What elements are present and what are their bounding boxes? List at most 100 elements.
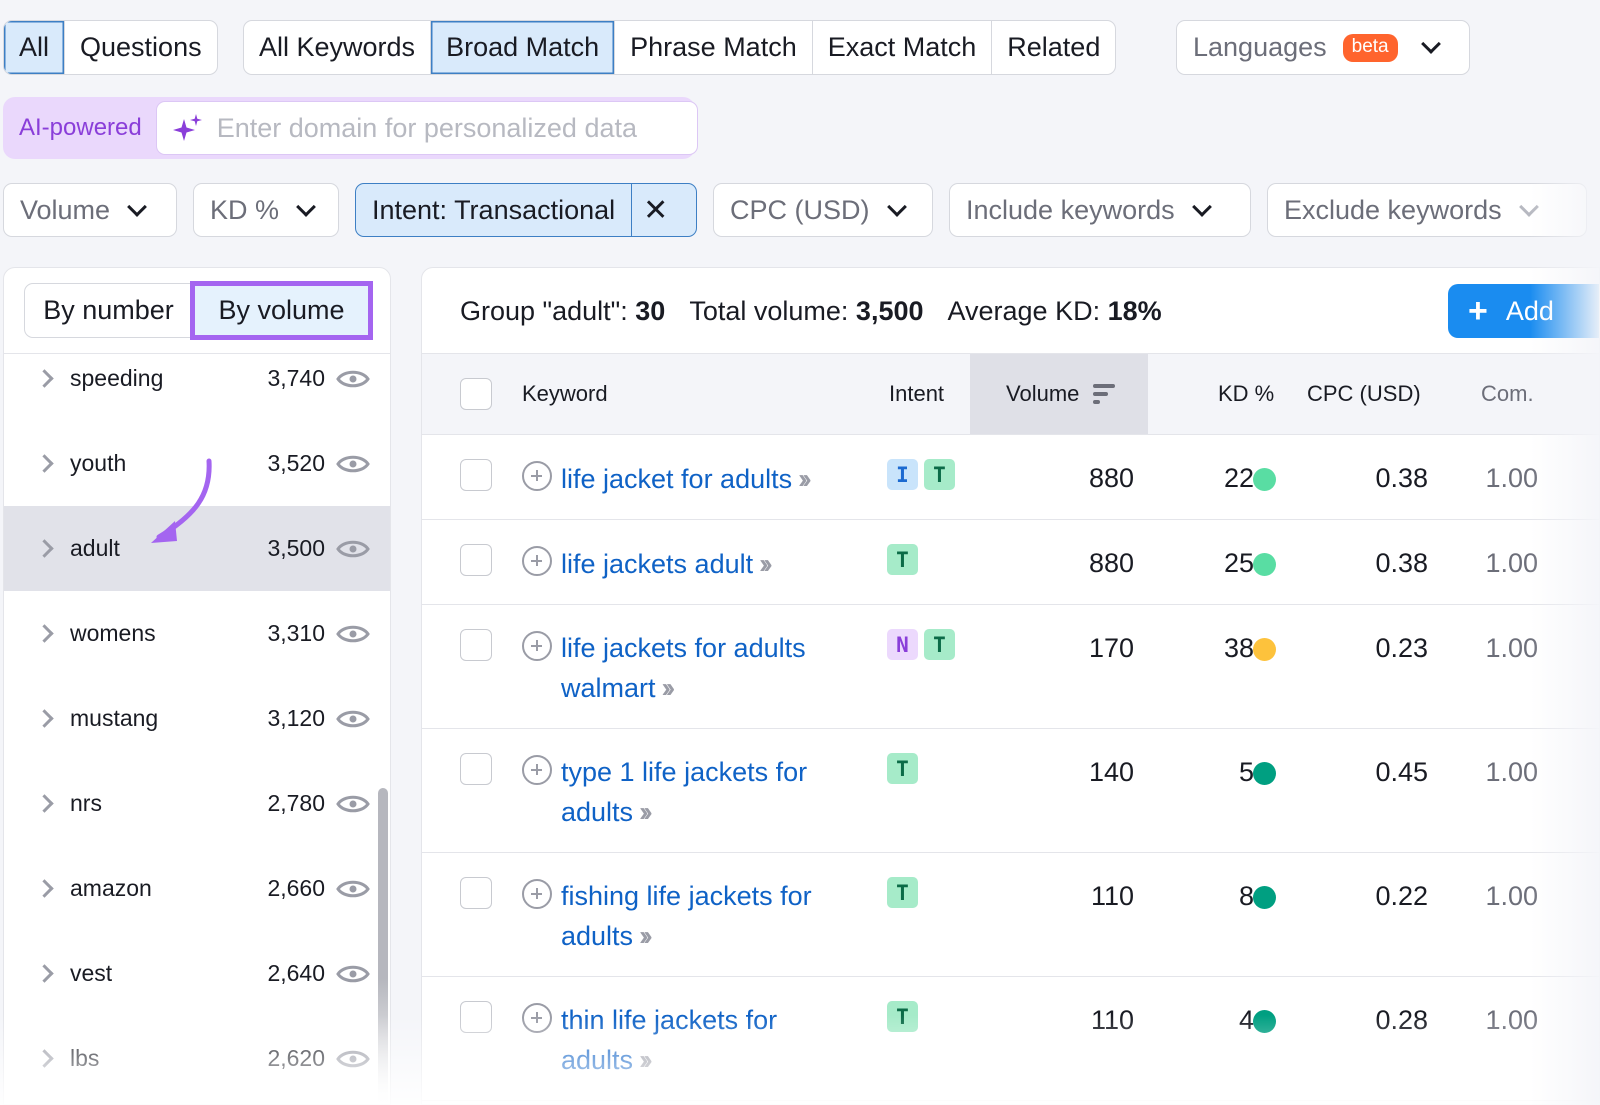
sparkle-icon	[172, 114, 202, 141]
chevron-right-icon[interactable]	[35, 1049, 54, 1068]
group-item[interactable]: speeding 3,740	[4, 336, 390, 421]
group-item[interactable]: mustang 3,120	[4, 676, 390, 761]
chevron-right-icon[interactable]	[35, 539, 54, 558]
double-chevron-icon[interactable]: ››	[639, 1044, 652, 1075]
chevron-right-icon[interactable]	[35, 454, 54, 473]
exclude-keywords-filter[interactable]: Exclude keywords	[1267, 183, 1587, 237]
double-chevron-icon[interactable]: ››	[662, 672, 675, 703]
row-checkbox[interactable]	[460, 544, 492, 576]
group-name: mustang	[70, 705, 159, 731]
kd-value: 5	[1238, 757, 1254, 787]
table-row: type 1 life jackets for adults ›› T 140 5 0.4…	[422, 729, 1599, 853]
row-checkbox[interactable]	[460, 629, 492, 661]
keyword-link[interactable]: life jacket for adults ››	[561, 459, 861, 499]
group-volume: 3,500	[267, 535, 325, 561]
double-chevron-icon[interactable]: ››	[798, 463, 811, 494]
header-volume[interactable]: Volume	[970, 354, 1148, 434]
intent-badge: T	[924, 459, 955, 490]
row-checkbox[interactable]	[460, 1001, 492, 1033]
keyword-link[interactable]: life jackets for adults walmart ››	[561, 629, 861, 708]
eye-icon[interactable]	[336, 878, 370, 900]
row-checkbox[interactable]	[460, 753, 492, 785]
eye-icon[interactable]	[336, 623, 370, 645]
tab-broad-match[interactable]: Broad Match	[431, 21, 616, 74]
double-chevron-icon[interactable]: ››	[639, 920, 652, 951]
chevron-right-icon[interactable]	[35, 964, 54, 983]
keyword-link[interactable]: thin life jackets for adults ››	[561, 1001, 861, 1080]
keyword-link[interactable]: fishing life jackets for adults ››	[561, 877, 861, 956]
group-item[interactable]: nrs 2,780	[4, 761, 390, 846]
kd-value: 38	[1223, 633, 1254, 663]
table-row: life jackets adult ›› T 880 25 0.38 1.00	[422, 520, 1599, 605]
group-volume: 2,660	[267, 875, 325, 901]
chevron-right-icon[interactable]	[35, 794, 54, 813]
clear-filter-icon[interactable]: ✕	[631, 184, 679, 236]
eye-icon[interactable]	[336, 538, 370, 560]
double-chevron-icon[interactable]: ››	[759, 548, 772, 579]
row-checkbox[interactable]	[460, 459, 492, 491]
eye-icon[interactable]	[336, 708, 370, 730]
group-volume: 3,520	[267, 450, 325, 476]
add-keyword-icon[interactable]	[522, 546, 552, 576]
ai-domain-bar: AI-powered	[3, 97, 698, 159]
keyword-link[interactable]: type 1 life jackets for adults ››	[561, 753, 861, 832]
add-keyword-icon[interactable]	[522, 1003, 552, 1033]
add-keyword-icon[interactable]	[522, 631, 552, 661]
add-keyword-icon[interactable]	[522, 755, 552, 785]
include-keywords-filter[interactable]: Include keywords	[949, 183, 1251, 237]
eye-icon[interactable]	[336, 453, 370, 475]
languages-dropdown[interactable]: Languages beta	[1176, 20, 1470, 75]
by-number-toggle[interactable]: By number	[25, 284, 192, 337]
intent-badges: NT	[887, 629, 955, 660]
add-keyword-icon[interactable]	[522, 461, 552, 491]
chevron-down-icon	[886, 197, 907, 217]
tab-exact-match[interactable]: Exact Match	[813, 21, 993, 74]
volume-filter[interactable]: Volume	[3, 183, 177, 237]
eye-icon[interactable]	[336, 793, 370, 815]
table-row: fishing life jackets for adults ›› T 110 8 0.…	[422, 853, 1599, 977]
eye-icon[interactable]	[336, 368, 370, 390]
eye-icon[interactable]	[336, 1048, 370, 1070]
group-volume: 3,740	[267, 365, 325, 391]
chevron-down-icon	[1191, 197, 1212, 217]
select-all-checkbox[interactable]	[460, 378, 492, 410]
add-keyword-icon[interactable]	[522, 879, 552, 909]
eye-icon[interactable]	[336, 963, 370, 985]
by-volume-toggle[interactable]: By volume	[190, 281, 373, 340]
group-item[interactable]: womens 3,310	[4, 591, 390, 676]
domain-input[interactable]	[216, 112, 697, 144]
header-kd[interactable]: KD %	[1218, 354, 1274, 434]
header-cpc[interactable]: CPC (USD)	[1307, 354, 1421, 434]
add-to-list-button[interactable]: + Add	[1448, 284, 1599, 338]
header-keyword[interactable]: Keyword	[522, 354, 608, 434]
tab-all-keywords[interactable]: All Keywords	[244, 21, 432, 74]
group-volume: 2,780	[267, 790, 325, 816]
group-volume: 2,620	[267, 1045, 325, 1071]
cpc-filter[interactable]: CPC (USD)	[713, 183, 933, 237]
double-chevron-icon[interactable]: ››	[639, 796, 652, 827]
row-checkbox[interactable]	[460, 877, 492, 909]
intent-filter-applied[interactable]: Intent: Transactional ✕	[355, 183, 697, 237]
intent-filter-label: Intent: Transactional	[372, 194, 616, 225]
annotation-arrow	[151, 458, 212, 543]
kd-value: 4	[1238, 1005, 1254, 1035]
group-name: youth	[70, 450, 127, 476]
tab-all[interactable]: All	[4, 21, 66, 74]
chevron-right-icon[interactable]	[35, 879, 54, 898]
header-com[interactable]: Com.	[1481, 354, 1534, 434]
group-item[interactable]: amazon 2,660	[4, 846, 390, 931]
group-item[interactable]: lbs 2,620	[4, 1016, 390, 1101]
tab-related[interactable]: Related	[992, 21, 1115, 74]
group-name: speeding	[70, 365, 164, 391]
chevron-right-icon[interactable]	[35, 369, 54, 388]
intent-badge: T	[924, 629, 955, 660]
scrollbar[interactable]	[378, 788, 388, 1104]
chevron-right-icon[interactable]	[35, 709, 54, 728]
chevron-right-icon[interactable]	[35, 624, 54, 643]
header-intent[interactable]: Intent	[889, 354, 944, 434]
keyword-link[interactable]: life jackets adult ››	[561, 544, 861, 584]
tab-questions[interactable]: Questions	[65, 21, 217, 74]
tab-phrase-match[interactable]: Phrase Match	[615, 21, 813, 74]
kd-filter[interactable]: KD %	[193, 183, 339, 237]
group-item[interactable]: vest 2,640	[4, 931, 390, 1016]
